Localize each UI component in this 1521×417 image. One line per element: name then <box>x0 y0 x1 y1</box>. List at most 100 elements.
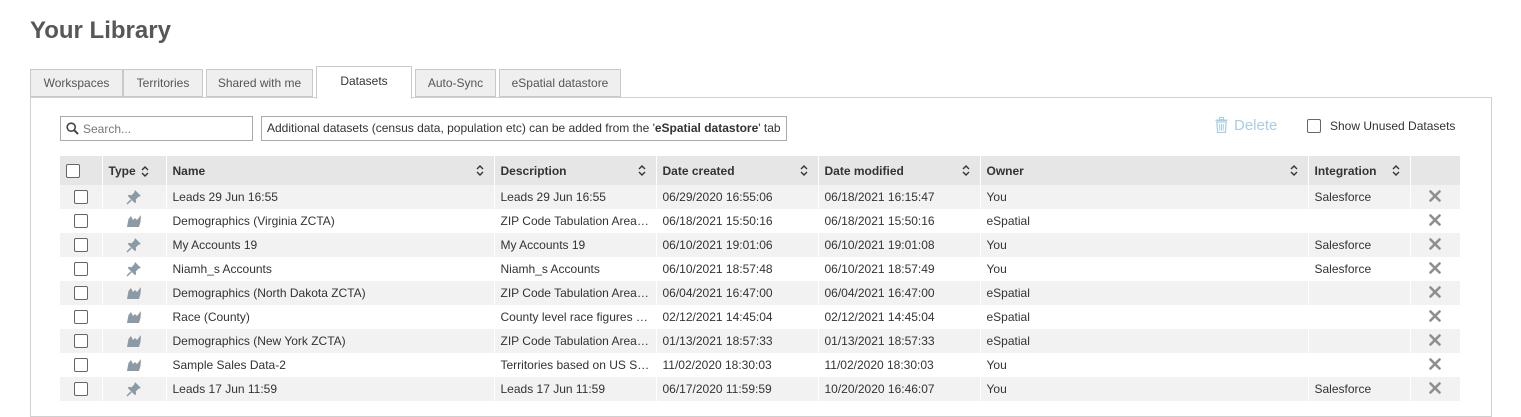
row-actions-cell <box>1410 185 1460 209</box>
datastore-hint-prefix: Additional datasets (census data, popula… <box>267 121 655 135</box>
trash-icon <box>1215 117 1228 133</box>
row-select-cell <box>60 305 102 329</box>
delete-button[interactable]: Delete <box>1215 115 1277 135</box>
region-icon <box>126 358 142 372</box>
column-type[interactable]: Type <box>102 156 166 185</box>
show-unused-toggle[interactable]: Show Unused Datasets <box>1307 119 1455 133</box>
row-actions-cell <box>1410 329 1460 353</box>
row-name[interactable]: Niamh_s Accounts <box>166 257 494 281</box>
show-unused-checkbox[interactable] <box>1307 119 1321 133</box>
sort-icon <box>1392 165 1400 176</box>
column-owner[interactable]: Owner <box>980 156 1308 185</box>
table-row[interactable]: Demographics (North Dakota ZCTA) ZIP Cod… <box>60 281 1460 305</box>
row-checkbox[interactable] <box>74 190 88 204</box>
row-checkbox[interactable] <box>74 214 88 228</box>
column-description[interactable]: Description <box>494 156 656 185</box>
row-owner: eSpatial <box>980 281 1308 305</box>
row-date-created: 02/12/2021 14:45:04 <box>656 305 818 329</box>
column-name[interactable]: Name <box>166 156 494 185</box>
column-description-label: Description <box>501 164 567 178</box>
select-all-checkbox[interactable] <box>66 164 80 178</box>
row-checkbox[interactable] <box>74 334 88 348</box>
row-date-created: 06/17/2020 11:59:59 <box>656 377 818 401</box>
row-actions-cell <box>1410 353 1460 377</box>
remove-icon[interactable] <box>1429 334 1441 346</box>
column-date-created[interactable]: Date created <box>656 156 818 185</box>
sort-icon <box>800 165 808 176</box>
column-owner-label: Owner <box>987 164 1024 178</box>
row-owner: You <box>980 377 1308 401</box>
row-name[interactable]: Demographics (North Dakota ZCTA) <box>166 281 494 305</box>
page-title: Your Library <box>30 17 171 45</box>
pin-icon <box>126 189 142 205</box>
row-checkbox[interactable] <box>74 238 88 252</box>
row-date-modified: 11/02/2020 18:30:03 <box>818 353 980 377</box>
remove-icon[interactable] <box>1429 238 1441 250</box>
tab-espatial-datastore[interactable]: eSpatial datastore <box>499 69 621 97</box>
table-row[interactable]: Niamh_s Accounts Niamh_s Accounts 06/10/… <box>60 257 1460 281</box>
table-row[interactable]: Sample Sales Data-2 Territories based on… <box>60 353 1460 377</box>
delete-label: Delete <box>1234 117 1277 134</box>
row-name[interactable]: Demographics (New York ZCTA) <box>166 329 494 353</box>
remove-icon[interactable] <box>1429 190 1441 202</box>
remove-icon[interactable] <box>1429 262 1441 274</box>
column-date-modified[interactable]: Date modified <box>818 156 980 185</box>
table-row[interactable]: Demographics (Virginia ZCTA) ZIP Code Ta… <box>60 209 1460 233</box>
row-checkbox[interactable] <box>74 382 88 396</box>
row-name[interactable]: Sample Sales Data-2 <box>166 353 494 377</box>
column-type-label: Type <box>109 164 136 178</box>
tab-shared-with-me[interactable]: Shared with me <box>206 69 313 97</box>
row-type-cell <box>102 209 166 233</box>
row-date-created: 01/13/2021 18:57:33 <box>656 329 818 353</box>
row-description: ZIP Code Tabulation Area l… <box>494 281 656 305</box>
remove-icon[interactable] <box>1429 286 1441 298</box>
remove-icon[interactable] <box>1429 358 1441 370</box>
column-integration[interactable]: Integration <box>1308 156 1410 185</box>
remove-icon[interactable] <box>1429 310 1441 322</box>
show-unused-label: Show Unused Datasets <box>1330 119 1455 133</box>
row-name[interactable]: Race (County) <box>166 305 494 329</box>
row-checkbox[interactable] <box>74 286 88 300</box>
row-date-created: 06/29/2020 16:55:06 <box>656 185 818 209</box>
row-description: County level race figures fr… <box>494 305 656 329</box>
row-description: Leads 29 Jun 16:55 <box>494 185 656 209</box>
tab-datasets[interactable]: Datasets <box>316 66 412 99</box>
row-type-cell <box>102 377 166 401</box>
tab-workspaces[interactable]: Workspaces <box>30 69 123 97</box>
row-name[interactable]: Leads 17 Jun 11:59 <box>166 377 494 401</box>
row-integration <box>1308 305 1410 329</box>
tab-territories[interactable]: Territories <box>123 69 203 97</box>
row-select-cell <box>60 353 102 377</box>
tab-auto-sync[interactable]: Auto-Sync <box>415 69 496 97</box>
row-name[interactable]: Demographics (Virginia ZCTA) <box>166 209 494 233</box>
table-row[interactable]: My Accounts 19 My Accounts 19 06/10/2021… <box>60 233 1460 257</box>
search-input[interactable] <box>83 122 243 136</box>
remove-icon[interactable] <box>1429 214 1441 226</box>
row-type-cell <box>102 329 166 353</box>
table-row[interactable]: Demographics (New York ZCTA) ZIP Code Ta… <box>60 329 1460 353</box>
row-owner: You <box>980 233 1308 257</box>
row-name[interactable]: Leads 29 Jun 16:55 <box>166 185 494 209</box>
row-date-created: 06/04/2021 16:47:00 <box>656 281 818 305</box>
row-description: My Accounts 19 <box>494 233 656 257</box>
row-name[interactable]: My Accounts 19 <box>166 233 494 257</box>
row-checkbox[interactable] <box>74 358 88 372</box>
sort-icon <box>638 165 646 176</box>
region-icon <box>126 334 142 348</box>
table-row[interactable]: Leads 29 Jun 16:55 Leads 29 Jun 16:55 06… <box>60 185 1460 209</box>
sort-icon <box>476 165 484 176</box>
column-date-modified-label: Date modified <box>825 164 904 178</box>
row-description: ZIP Code Tabulation Area l… <box>494 329 656 353</box>
row-integration: Salesforce <box>1308 185 1410 209</box>
datastore-hint-suffix: ' tab <box>758 121 780 135</box>
table-row[interactable]: Race (County) County level race figures … <box>60 305 1460 329</box>
row-integration <box>1308 209 1410 233</box>
row-checkbox[interactable] <box>74 262 88 276</box>
row-date-created: 06/18/2021 15:50:16 <box>656 209 818 233</box>
row-checkbox[interactable] <box>74 310 88 324</box>
remove-icon[interactable] <box>1429 382 1441 394</box>
search-box[interactable] <box>60 116 253 141</box>
table-row[interactable]: Leads 17 Jun 11:59 Leads 17 Jun 11:59 06… <box>60 377 1460 401</box>
row-actions-cell <box>1410 257 1460 281</box>
column-integration-label: Integration <box>1315 164 1377 178</box>
